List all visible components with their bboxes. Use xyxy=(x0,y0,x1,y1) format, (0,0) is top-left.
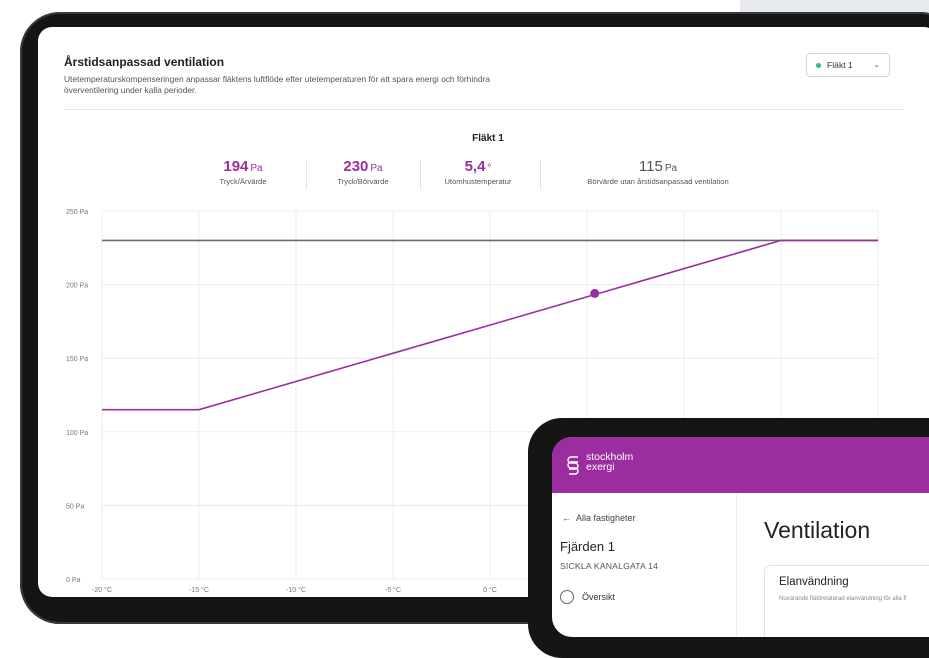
stat-separator xyxy=(540,160,541,190)
y-tick-label: 150 Pa xyxy=(66,356,88,363)
y-tick-label: 100 Pa xyxy=(66,430,88,437)
back-to-properties-link[interactable]: ← Alla fastigheter xyxy=(562,513,636,523)
stat-unit: ° xyxy=(487,163,492,174)
property-address: SICKLA KANALGATA 14 xyxy=(560,561,659,571)
y-tick-label: 250 Pa xyxy=(66,209,88,216)
stat-separator xyxy=(306,160,307,190)
phone-screen: stockholm exergi ← Alla fastigheter Fjär… xyxy=(552,437,929,637)
y-tick-label: 50 Pa xyxy=(66,503,84,510)
property-name: Fjärden 1 xyxy=(560,539,615,554)
fan-select-dropdown[interactable]: Fläkt 1 ⌄ xyxy=(806,53,890,77)
chevron-down-icon: ⌄ xyxy=(873,60,880,69)
app-header: stockholm exergi xyxy=(552,437,929,493)
stat-actual-pressure: 194 Pa Tryck/Ärvärde xyxy=(188,158,298,186)
stockholm-exergi-logo-icon xyxy=(567,456,579,475)
x-tick-label: -5 °C xyxy=(385,586,401,594)
stat-label: Börvärde utan årstidsanpassad ventilatio… xyxy=(587,177,729,186)
page-title: Ventilation xyxy=(764,517,871,543)
stat-value: 115 xyxy=(638,158,663,175)
stat-setpoint-without-seasonal: 115 Pa Börvärde utan årstidsanpassad vent… xyxy=(543,158,773,186)
energy-usage-card[interactable]: Elanvändning Nuvarande fläktrelaterad el… xyxy=(764,565,929,637)
y-tick-label: 200 Pa xyxy=(66,283,88,290)
y-tick-label: 0 Pa xyxy=(66,577,81,584)
card-title: Årstidsanpassad ventilation xyxy=(64,55,225,69)
x-tick-label: -20 °C xyxy=(92,586,112,594)
energy-card-title: Elanvändning xyxy=(779,576,849,588)
stat-label: Tryck/Ärvärde xyxy=(219,177,267,186)
x-tick-label: 0 °C xyxy=(483,586,497,594)
stat-value: 194 xyxy=(223,158,249,175)
fan-select-value: Fläkt 1 xyxy=(827,60,853,70)
x-tick-label: -15 °C xyxy=(189,586,209,594)
stat-label: Utomhustemperatur xyxy=(444,177,512,186)
stat-unit: Pa xyxy=(370,163,383,174)
brand-logo-text: stockholm exergi xyxy=(586,452,633,473)
brand-line-2: exergi xyxy=(586,461,615,473)
stat-value: 230 xyxy=(343,158,369,175)
arrow-left-icon: ← xyxy=(562,513,571,523)
x-tick-label: -10 °C xyxy=(286,586,306,594)
stat-unit: Pa xyxy=(250,163,263,174)
stat-outdoor-temperature: 5,4 ° Utomhustemperatur xyxy=(418,158,538,186)
card-description: Utetemperaturskompenseringen anpassar fl… xyxy=(64,74,490,95)
divider xyxy=(64,109,904,110)
chart-title: Fläkt 1 xyxy=(472,133,504,144)
current-value-marker xyxy=(590,288,600,298)
sidebar-divider xyxy=(736,493,737,637)
nav-item-overview[interactable]: Översikt xyxy=(560,590,615,604)
stat-value: 5,4 xyxy=(464,158,486,175)
back-link-label: Alla fastigheter xyxy=(576,513,636,523)
overview-icon xyxy=(560,590,574,604)
energy-card-description: Nuvarande fläktrelaterad elanvändning fö… xyxy=(779,596,907,602)
status-dot-icon xyxy=(816,62,821,68)
stat-unit: Pa xyxy=(664,163,678,174)
stat-setpoint-pressure: 230 Pa Tryck/Börvärde xyxy=(308,158,418,186)
stat-label: Tryck/Börvärde xyxy=(337,177,389,186)
